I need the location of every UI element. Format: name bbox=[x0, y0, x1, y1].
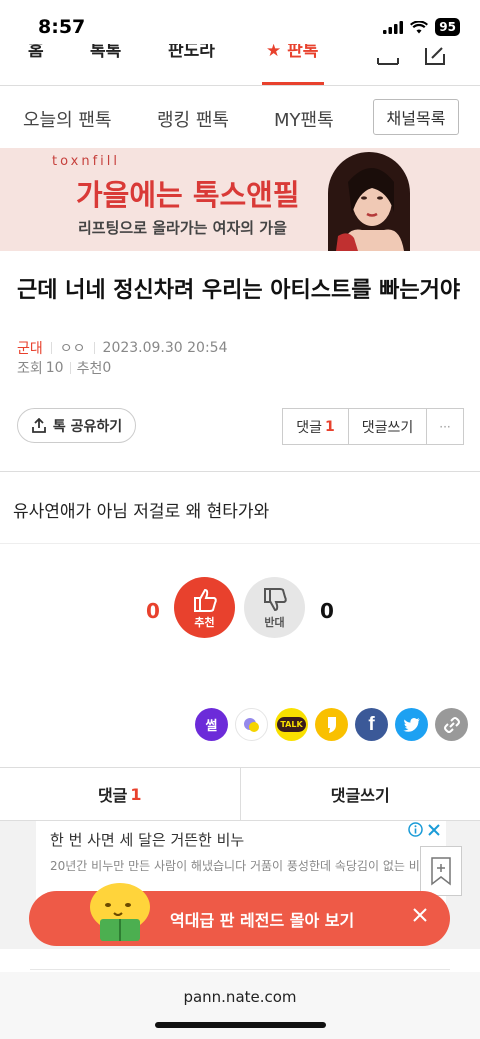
upvote-button[interactable]: 추천 bbox=[174, 577, 235, 638]
floating-banner-text: 역대급 판 레전드 몰아 보기 bbox=[170, 911, 355, 930]
tab-my-pantok[interactable]: MY팬톡 bbox=[274, 106, 334, 132]
more-options-button[interactable]: ··· bbox=[427, 409, 463, 444]
ssul-share-icon[interactable]: 썰 bbox=[195, 708, 228, 741]
close-icon[interactable] bbox=[410, 905, 430, 925]
ad-title: 한 번 사면 세 달은 거뜬한 비누 bbox=[50, 831, 245, 849]
divider bbox=[50, 342, 52, 354]
kakaotalk-share-icon[interactable]: TALK bbox=[275, 708, 308, 741]
post-meta-stats: 조회 10 추천 0 bbox=[17, 358, 111, 378]
kakaotalk-share-label: TALK bbox=[277, 717, 306, 732]
ad-choices[interactable] bbox=[408, 822, 441, 837]
battery-indicator: 95 bbox=[435, 18, 460, 36]
status-bar: 8:57 95 bbox=[0, 0, 480, 44]
divider bbox=[0, 471, 480, 472]
comments-button[interactable]: 댓글 1 bbox=[283, 409, 349, 444]
copy-link-icon[interactable] bbox=[435, 708, 468, 741]
banner-title: 가을에는 톡스앤필 bbox=[76, 178, 300, 212]
downvote-button[interactable]: 반대 bbox=[244, 577, 305, 638]
comments-count: 1 bbox=[325, 418, 335, 435]
channel-list-button[interactable]: 채널목록 bbox=[373, 99, 459, 135]
nav-item-pandora[interactable]: 판도라 bbox=[168, 44, 215, 61]
write-comment-tab[interactable]: 댓글쓰기 bbox=[241, 768, 480, 820]
band-share-icon[interactable] bbox=[235, 708, 268, 741]
share-upload-icon bbox=[31, 417, 46, 433]
talk-share-label: 톡 공유하기 bbox=[52, 418, 123, 435]
talk-share-button[interactable]: 톡 공유하기 bbox=[17, 408, 136, 443]
legend-floating-banner[interactable]: 역대급 판 레전드 몰아 보기 bbox=[29, 883, 450, 946]
status-icons: 95 bbox=[383, 18, 460, 36]
downvote-count: 0 bbox=[320, 599, 334, 623]
ad-info-icon[interactable] bbox=[408, 822, 423, 837]
post-title: 근데 너네 정신차려 우리는 아티스트를 빠는거야 bbox=[17, 278, 461, 303]
comments-tab-label: 댓글 bbox=[97, 786, 128, 805]
facebook-share-icon[interactable]: f bbox=[355, 708, 388, 741]
post-author-handle: ㅇㅇ bbox=[59, 341, 86, 357]
signal-icon bbox=[383, 20, 404, 34]
ad-description: 20년간 비누만 만든 사람이 해냈습니다 거품이 풍성한데 속당김이 없는 비… bbox=[50, 859, 440, 873]
bookmark-add-button[interactable] bbox=[420, 846, 462, 896]
post-meta-author: 군대 ㅇㅇ 2023.09.30 20:54 bbox=[17, 338, 228, 358]
post-author[interactable]: 군대 bbox=[17, 338, 43, 358]
comments-button-label: 댓글 bbox=[296, 419, 322, 436]
ssul-share-label: 썰 bbox=[205, 719, 218, 734]
url-text[interactable]: pann.nate.com bbox=[0, 988, 480, 1006]
kakaostory-share-icon[interactable] bbox=[315, 708, 348, 741]
recommends-label: 추천 bbox=[76, 361, 103, 377]
home-indicator bbox=[155, 1022, 326, 1028]
nav-item-pantok[interactable]: ★ 판톡 bbox=[266, 44, 318, 61]
ad-close-icon[interactable] bbox=[427, 823, 441, 837]
twitter-share-icon[interactable] bbox=[395, 708, 428, 741]
banner-ad[interactable]: toxnfill 가을에는 톡스앤필 리프팅으로 올라가는 여자의 가을 bbox=[0, 148, 480, 251]
tab-today-pantok[interactable]: 오늘의 팬톡 bbox=[23, 106, 112, 132]
downvote-label: 반대 bbox=[264, 615, 285, 629]
post-action-group: 댓글 1 댓글쓰기 ··· bbox=[282, 408, 464, 445]
user-icon[interactable] bbox=[376, 46, 400, 66]
write-icon[interactable] bbox=[424, 46, 448, 66]
wifi-icon bbox=[410, 20, 429, 33]
nav-item-toktok[interactable]: 톡톡 bbox=[90, 44, 121, 61]
active-tab-indicator bbox=[262, 82, 324, 85]
status-time: 8:57 bbox=[38, 16, 86, 38]
post-body: 유사연애가 아님 저걸로 왜 현타가와 bbox=[13, 502, 270, 522]
twitter-bird-graphic bbox=[402, 718, 420, 732]
band-icon-graphic bbox=[243, 717, 259, 732]
browser-url-bar[interactable]: pann.nate.com bbox=[0, 972, 480, 1039]
divider bbox=[0, 543, 480, 544]
post-date: 2023.09.30 20:54 bbox=[102, 340, 228, 356]
write-comment-button[interactable]: 댓글쓰기 bbox=[349, 409, 427, 444]
comments-tab[interactable]: 댓글 1 bbox=[0, 768, 241, 820]
tab-ranking-pantok[interactable]: 랭킹 팬톡 bbox=[157, 106, 229, 132]
bookmark-add-icon bbox=[431, 857, 451, 886]
banner-model-photo bbox=[328, 152, 410, 251]
upvote-count: 0 bbox=[146, 599, 160, 623]
upvote-label: 추천 bbox=[194, 615, 215, 629]
facebook-share-label: f bbox=[368, 713, 375, 735]
comment-tabs: 댓글 1 댓글쓰기 bbox=[0, 767, 480, 821]
sns-share-icons: 썰 TALK f bbox=[195, 708, 468, 741]
sub-nav: 오늘의 팬톡 랭킹 팬톡 MY팬톡 채널목록 bbox=[0, 86, 480, 148]
divider bbox=[93, 342, 95, 354]
nav-item-home[interactable]: 홈 bbox=[28, 44, 44, 61]
views-label: 조회 bbox=[17, 361, 43, 377]
recommends-count: 0 bbox=[102, 360, 112, 376]
kakaostory-icon-graphic bbox=[327, 716, 336, 733]
banner-brand: toxnfill bbox=[52, 154, 120, 169]
divider bbox=[30, 969, 450, 970]
mascot-icon bbox=[90, 883, 150, 941]
thumbs-up-icon bbox=[193, 588, 217, 612]
link-chain-graphic bbox=[443, 716, 460, 733]
banner-subtitle: 리프팅으로 올라가는 여자의 가을 bbox=[78, 219, 287, 237]
views-count: 10 bbox=[45, 360, 64, 376]
thumbs-down-icon bbox=[263, 587, 287, 611]
top-nav: 홈 톡톡 판도라 ★ 판톡 bbox=[0, 44, 480, 86]
comments-tab-count: 1 bbox=[130, 784, 142, 804]
divider bbox=[69, 362, 71, 374]
